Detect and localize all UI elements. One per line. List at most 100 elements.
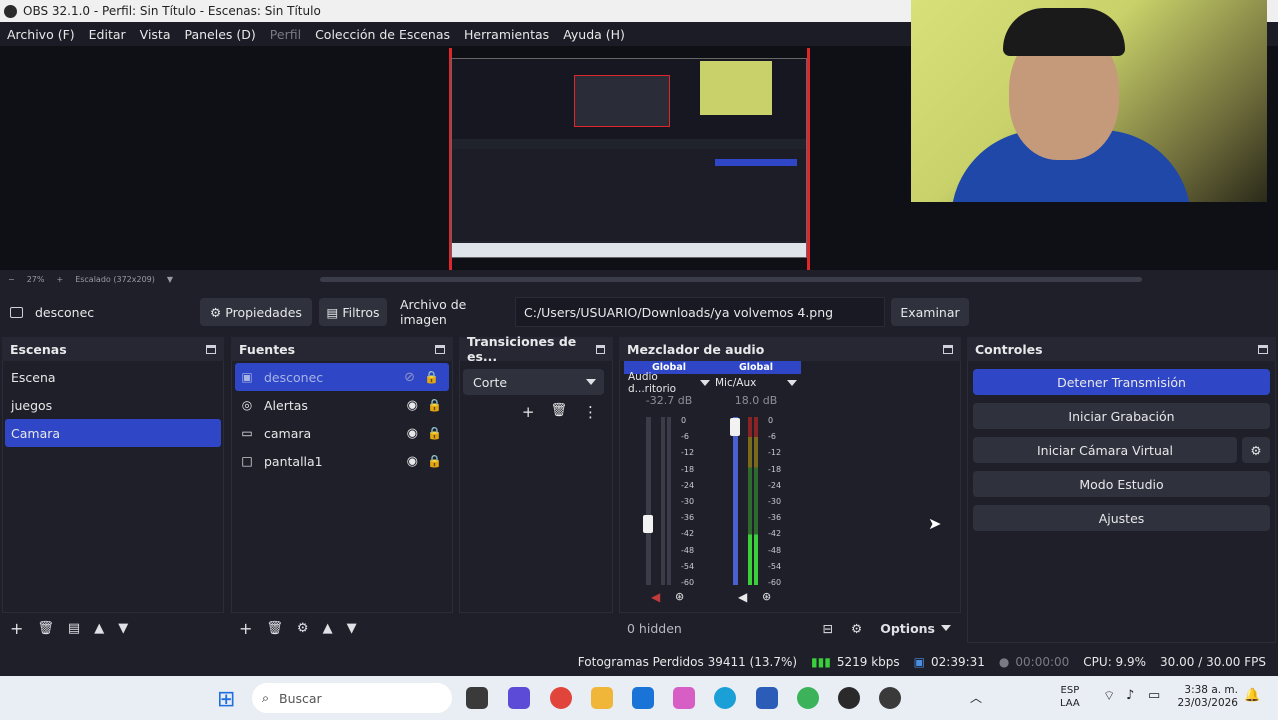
undock-icon[interactable] <box>206 344 216 354</box>
undock-icon[interactable] <box>595 344 605 354</box>
signal-bars-icon: ▮▮▮ <box>811 655 831 669</box>
menu-archivo[interactable]: Archivo (F) <box>7 27 75 42</box>
notification-bell-icon[interactable]: 🔔 <box>1244 688 1260 703</box>
muted-speaker-icon[interactable]: ◀ <box>651 590 660 604</box>
preview-canvas[interactable] <box>451 58 807 258</box>
language-indicator[interactable]: ESP LAA <box>1060 684 1080 710</box>
browse-button[interactable]: Examinar <box>891 298 969 326</box>
preview-scrollbar[interactable] <box>320 277 1142 282</box>
virtual-camera-settings-button[interactable]: ⚙ <box>1242 437 1270 463</box>
scene-item-camara[interactable]: Camara <box>5 419 221 447</box>
audio-mixer-dock: Mezclador de audio Global Audio d...rito… <box>619 337 961 643</box>
gear-icon: ⚙ <box>1250 442 1262 458</box>
lock-icon[interactable]: 🔒 <box>427 398 442 412</box>
clock[interactable]: 3:38 a. m. 23/03/2026 <box>1176 684 1238 710</box>
scene-item-juegos[interactable]: juegos <box>3 391 223 419</box>
move-down-icon[interactable]: ▼ <box>118 621 128 636</box>
obs-live-taskbar-icon[interactable] <box>879 687 901 709</box>
wifi-icon[interactable]: ⌔ <box>1103 688 1115 704</box>
add-icon[interactable]: + <box>522 403 535 421</box>
scale-tick: -60 <box>768 578 782 588</box>
taskbar-search[interactable]: ⌕ Buscar <box>252 683 452 713</box>
level-meter-right <box>667 417 671 585</box>
task-view-icon[interactable] <box>466 687 488 709</box>
menu-vista[interactable]: Vista <box>140 27 171 42</box>
mixer-settings-icon[interactable]: ⊛ <box>762 590 771 603</box>
add-icon[interactable]: + <box>10 619 23 638</box>
scale-dropdown-icon[interactable]: ▼ <box>167 275 173 284</box>
chevron-up-icon[interactable]: ︿ <box>970 689 982 706</box>
eye-icon[interactable]: ◉ <box>407 454 418 469</box>
undock-icon[interactable] <box>1258 344 1268 354</box>
properties-button[interactable]: ⚙ Propiedades <box>200 298 312 326</box>
copilot-icon[interactable] <box>673 687 695 709</box>
add-icon[interactable]: + <box>239 619 252 638</box>
obs-taskbar-icon[interactable] <box>838 687 860 709</box>
start-virtual-camera-button[interactable]: Iniciar Cámara Virtual <box>973 437 1237 463</box>
layout-icon[interactable]: ⊟ <box>823 621 833 636</box>
store-icon[interactable] <box>632 687 654 709</box>
source-item-pantalla1[interactable]: □ pantalla1 ◉ 🔒 <box>232 447 452 475</box>
zoom-out-icon[interactable]: − <box>8 275 15 284</box>
chrome-profile-icon[interactable] <box>797 687 819 709</box>
windows-start-icon[interactable]: ⊞ <box>217 687 235 712</box>
word-icon[interactable] <box>756 687 778 709</box>
gear-icon[interactable]: ⚙ <box>297 621 309 636</box>
file-explorer-icon[interactable] <box>591 687 613 709</box>
undock-icon[interactable] <box>943 344 953 354</box>
hidden-eye-icon[interactable]: ⊘ <box>404 370 415 385</box>
filters-button[interactable]: ▤ Filtros <box>319 298 387 326</box>
file-path-field[interactable]: C:/Users/USUARIO/Downloads/ya volvemos 4… <box>515 297 885 327</box>
volume-icon[interactable]: ♪ <box>1126 688 1134 703</box>
volume-fader-track[interactable] <box>733 417 738 585</box>
settings-button[interactable]: Ajustes <box>973 505 1270 531</box>
start-recording-button[interactable]: Iniciar Grabación <box>973 403 1270 429</box>
volume-fader-handle[interactable] <box>730 418 740 436</box>
channel-name-select[interactable]: Mic/Aux <box>711 374 801 392</box>
mixer-channel-mic: Global Mic/Aux 18.0 dB <box>711 361 801 410</box>
source-item-camara[interactable]: ▭ camara ◉ 🔒 <box>232 419 452 447</box>
chrome-icon[interactable] <box>550 687 572 709</box>
trash-icon[interactable]: 🗑 <box>37 621 54 636</box>
eye-icon[interactable]: ◉ <box>407 426 418 441</box>
transitions-dock: Transiciones de es... Corte + 🗑 ⋮ <box>459 334 613 643</box>
move-up-icon[interactable]: ▲ <box>323 621 333 636</box>
source-item-desconec[interactable]: ▣ desconec ⊘ 🔒 <box>235 363 449 391</box>
filter-icon[interactable]: ▤ <box>68 621 80 636</box>
record-time-group: ● 00:00:00 <box>999 655 1069 669</box>
trash-icon[interactable]: 🗑 <box>266 621 283 636</box>
stop-streaming-button[interactable]: Detener Transmisión <box>973 369 1270 395</box>
edge-icon[interactable] <box>714 687 736 709</box>
eye-icon[interactable]: ◉ <box>407 398 418 413</box>
mixer-settings-icon[interactable]: ⊛ <box>675 590 684 603</box>
zoom-in-icon[interactable]: + <box>56 275 63 284</box>
scene-item-escena[interactable]: Escena <box>3 363 223 391</box>
speaker-icon[interactable]: ◀ <box>738 590 747 604</box>
move-down-icon[interactable]: ▼ <box>347 621 357 636</box>
nested-stop-button <box>715 159 797 166</box>
lock-icon[interactable]: 🔒 <box>427 454 442 468</box>
volume-fader-handle[interactable] <box>643 515 653 533</box>
lock-icon[interactable]: 🔒 <box>427 426 442 440</box>
advanced-audio-icon[interactable]: ⚙ <box>851 621 862 636</box>
volume-fader-track[interactable] <box>646 417 651 585</box>
menu-editar[interactable]: Editar <box>89 27 126 42</box>
chat-app-icon[interactable] <box>508 687 530 709</box>
trash-icon[interactable]: 🗑 <box>550 403 567 421</box>
undock-icon[interactable] <box>435 344 445 354</box>
menu-ayuda[interactable]: Ayuda (H) <box>563 27 625 42</box>
stream-time: 02:39:31 <box>931 655 985 669</box>
channel-name-select[interactable]: Audio d...ritorio <box>624 371 714 395</box>
lock-icon[interactable]: 🔒 <box>424 370 439 384</box>
battery-icon[interactable]: ▭ <box>1148 688 1160 703</box>
options-button[interactable]: Options <box>880 621 951 636</box>
more-options-icon[interactable]: ⋮ <box>583 403 598 421</box>
transition-select[interactable]: Corte <box>463 369 604 395</box>
menu-herramientas[interactable]: Herramientas <box>464 27 549 42</box>
menu-coleccion-escenas[interactable]: Colección de Escenas <box>315 27 450 42</box>
source-item-alertas[interactable]: ◎ Alertas ◉ 🔒 <box>232 391 452 419</box>
properties-label: Propiedades <box>225 304 302 320</box>
move-up-icon[interactable]: ▲ <box>94 621 104 636</box>
studio-mode-button[interactable]: Modo Estudio <box>973 471 1270 497</box>
menu-paneles[interactable]: Paneles (D) <box>185 27 256 42</box>
